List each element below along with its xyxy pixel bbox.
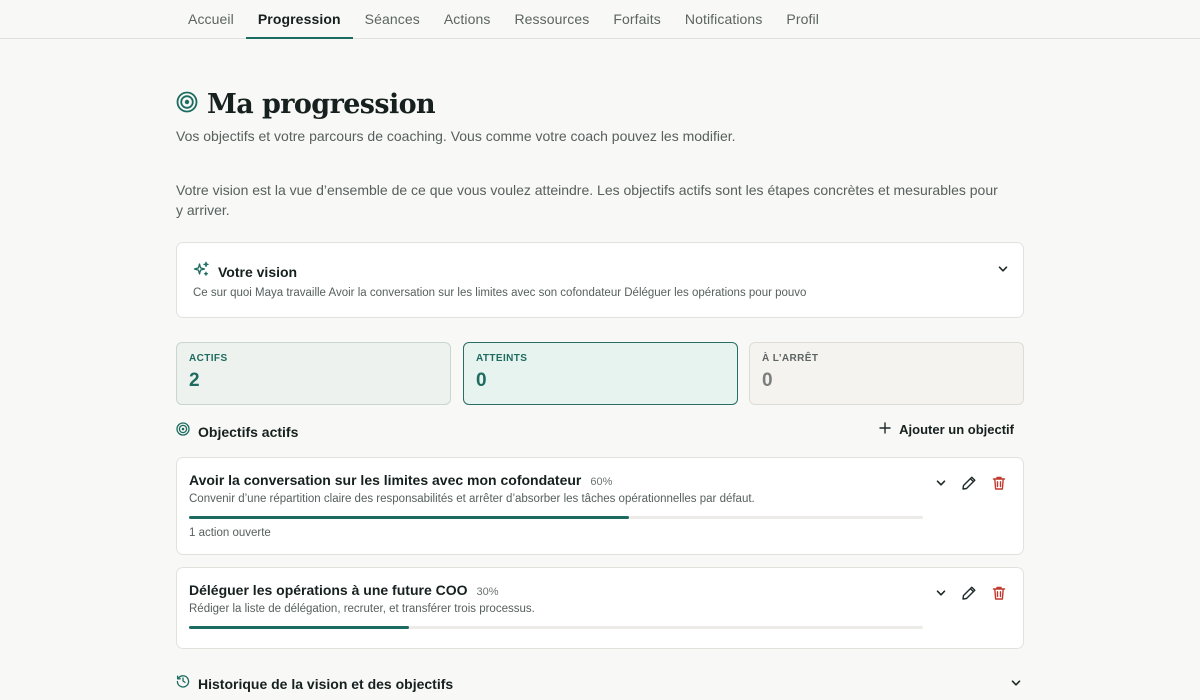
goal-title: Avoir la conversation sur les limites av… bbox=[189, 472, 582, 488]
chevron-down-icon[interactable] bbox=[997, 262, 1009, 280]
edit-pencil-icon[interactable] bbox=[961, 475, 977, 491]
vision-text: Ce sur quoi Maya travaille Avoir la conv… bbox=[193, 287, 807, 299]
goal-title-row: Déléguer les opérations à une future COO… bbox=[189, 582, 499, 598]
top-navigation: Accueil Progression Séances Actions Ress… bbox=[0, 0, 1200, 39]
goal-progress-fill bbox=[189, 516, 630, 519]
page-header: Ma progression bbox=[176, 89, 436, 120]
edit-pencil-icon[interactable] bbox=[961, 585, 977, 601]
tab-progression[interactable]: Progression bbox=[245, 0, 353, 39]
tab-accueil[interactable]: Accueil bbox=[176, 0, 246, 38]
stat-value: 2 bbox=[189, 370, 200, 391]
objectives-title: Objectifs actifs bbox=[198, 423, 299, 440]
page-title: Ma progression bbox=[207, 89, 436, 120]
page-subtitle: Vos objectifs et votre parcours de coach… bbox=[176, 128, 736, 144]
target-icon bbox=[176, 91, 198, 118]
goal-description: Rédiger la liste de délégation, recruter… bbox=[189, 603, 535, 615]
history-icon bbox=[176, 674, 190, 693]
stat-value: 0 bbox=[762, 370, 773, 391]
history-header[interactable]: Historique de la vision et des objectifs bbox=[176, 674, 453, 693]
goal-card[interactable]: Avoir la conversation sur les limites av… bbox=[176, 457, 1024, 555]
goal-progress-bar bbox=[189, 626, 923, 629]
add-objective-button[interactable]: Ajouter un objectif bbox=[879, 422, 1014, 437]
intro-text: Votre vision est la vue d’ensemble de ce… bbox=[176, 182, 998, 218]
chevron-down-icon[interactable] bbox=[935, 587, 947, 599]
goal-percent: 60% bbox=[590, 476, 613, 488]
stat-label: À L’ARRÊT bbox=[762, 353, 819, 364]
tab-profil[interactable]: Profil bbox=[774, 0, 831, 38]
goal-title-row: Avoir la conversation sur les limites av… bbox=[189, 472, 612, 488]
tab-ressources[interactable]: Ressources bbox=[502, 0, 601, 38]
nav-tabs: Accueil Progression Séances Actions Ress… bbox=[176, 0, 831, 39]
chevron-down-icon[interactable] bbox=[1010, 676, 1022, 694]
tab-seances[interactable]: Séances bbox=[353, 0, 432, 38]
goal-description: Convenir d’une répartition claire des re… bbox=[189, 493, 755, 505]
stat-actifs[interactable]: ACTIFS 2 bbox=[176, 342, 451, 405]
goal-progress-bar bbox=[189, 516, 923, 519]
goal-open-actions: 1 action ouverte bbox=[189, 527, 271, 539]
history-title: Historique de la vision et des objectifs bbox=[198, 675, 454, 692]
vision-label: Votre vision bbox=[218, 264, 298, 280]
stat-value: 0 bbox=[476, 370, 487, 391]
sparkles-icon bbox=[193, 261, 210, 283]
target-icon bbox=[176, 422, 190, 441]
stat-label: ATTEINTS bbox=[476, 353, 528, 364]
stat-atteints[interactable]: ATTEINTS 0 bbox=[463, 342, 738, 405]
chevron-down-icon[interactable] bbox=[935, 477, 947, 489]
trash-icon[interactable] bbox=[991, 585, 1007, 601]
stat-a-larret[interactable]: À L’ARRÊT 0 bbox=[749, 342, 1024, 405]
goal-actions bbox=[935, 585, 1007, 601]
tab-forfaits[interactable]: Forfaits bbox=[601, 0, 672, 38]
goal-percent: 30% bbox=[476, 586, 499, 598]
goal-actions bbox=[935, 475, 1007, 491]
goal-title: Déléguer les opérations à une future COO bbox=[189, 582, 468, 598]
vision-card[interactable]: Votre vision Ce sur quoi Maya travaille … bbox=[176, 242, 1024, 318]
goal-card[interactable]: Déléguer les opérations à une future COO… bbox=[176, 567, 1024, 649]
plus-icon bbox=[879, 422, 891, 437]
tab-notifications[interactable]: Notifications bbox=[673, 0, 775, 38]
vision-header: Votre vision bbox=[193, 261, 297, 283]
stat-label: ACTIFS bbox=[189, 353, 228, 364]
goal-progress-fill bbox=[189, 626, 410, 629]
add-objective-label: Ajouter un objectif bbox=[899, 422, 1014, 437]
tab-actions[interactable]: Actions bbox=[432, 0, 503, 38]
objectives-header: Objectifs actifs bbox=[176, 422, 298, 441]
trash-icon[interactable] bbox=[991, 475, 1007, 491]
